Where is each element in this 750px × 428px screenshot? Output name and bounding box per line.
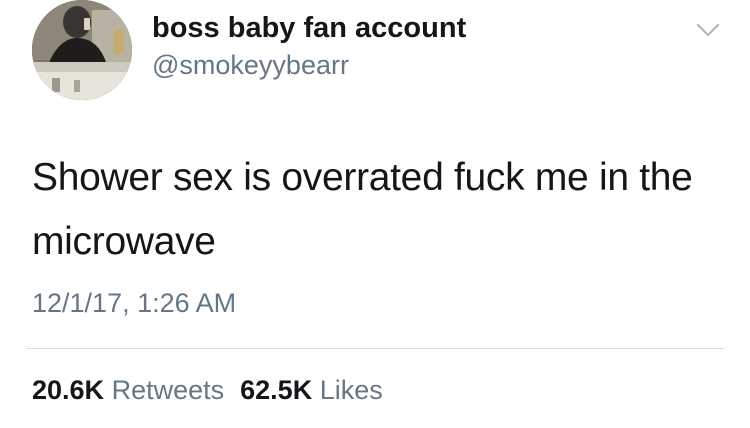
avatar[interactable] xyxy=(32,0,132,100)
tweet-timestamp[interactable]: 12/1/17, 1:26 AM xyxy=(32,288,236,319)
user-handle[interactable]: @smokeyybearr xyxy=(152,50,349,81)
divider xyxy=(26,348,724,349)
retweets-count: 20.6K xyxy=(32,375,105,405)
retweets-stat[interactable]: 20.6K Retweets xyxy=(32,375,224,405)
avatar-photo xyxy=(32,0,132,100)
retweets-label: Retweets xyxy=(111,375,225,405)
likes-stat[interactable]: 62.5K Likes xyxy=(240,375,383,405)
tweet-stats: 20.6K Retweets 62.5K Likes xyxy=(32,375,399,406)
likes-label: Likes xyxy=(319,375,383,405)
tweet-text: Shower sex is overrated fuck me in the m… xyxy=(32,156,693,263)
chevron-down-icon[interactable] xyxy=(693,18,723,42)
likes-count: 62.5K xyxy=(240,375,313,405)
display-name[interactable]: boss baby fan account xyxy=(152,12,466,45)
